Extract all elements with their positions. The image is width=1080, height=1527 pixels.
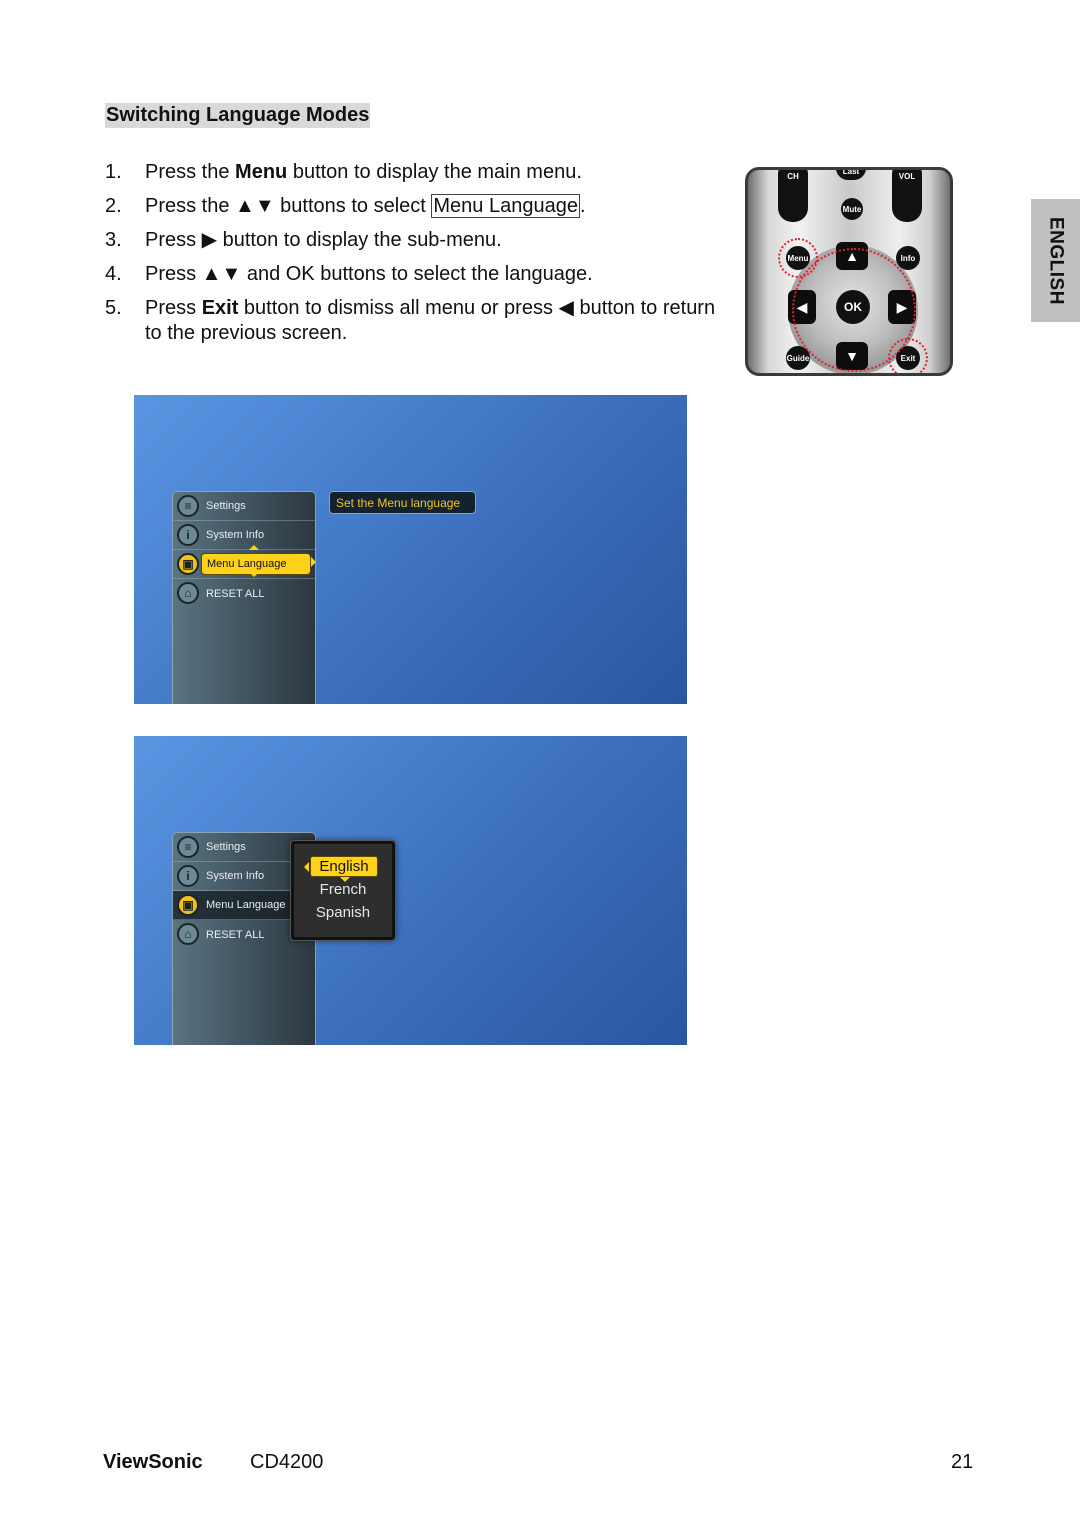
osd-menu-item-label: RESET ALL <box>206 587 265 600</box>
home-reset-icon: ⌂ <box>177 582 199 604</box>
osd-menu-item-label: Menu Language <box>206 899 286 911</box>
remote-last-button: Last <box>836 170 866 180</box>
step-2: 2. Press the ▲▼ buttons to select Menu L… <box>105 194 725 219</box>
osd-menu-item-reset-all[interactable]: ⌂ RESET ALL <box>173 579 315 608</box>
osd-tooltip: Set the Menu language <box>329 491 477 514</box>
osd-screenshot-language-submenu: ≡ Settings i System Info ▣ Menu Language… <box>134 736 687 1045</box>
remote-ch-rocker: CH <box>778 170 808 222</box>
down-indicator-icon <box>249 572 259 577</box>
home-reset-icon: ⌂ <box>177 923 199 945</box>
step-number: 3. <box>105 229 122 251</box>
osd-menu: ≡ Settings i System Info ▣ Menu Language… <box>172 491 316 704</box>
instruction-list: 1. Press the Menu button to display the … <box>105 160 725 355</box>
sliders-icon: ≡ <box>177 495 199 517</box>
remote-mute-button: Mute <box>841 198 863 220</box>
step-text: Press the ▲▼ buttons to select <box>145 195 432 217</box>
step-keyword: Exit <box>201 297 239 319</box>
osd-menu-item-settings[interactable]: ≡ Settings <box>173 492 315 521</box>
language-icon: ▣ <box>177 894 199 916</box>
language-option-spanish[interactable]: Spanish <box>294 904 392 921</box>
step-5: 5. Press Exit button to dismiss all menu… <box>105 296 725 346</box>
step-text: Press <box>145 297 202 319</box>
step-text: . <box>579 195 586 217</box>
section-title: Switching Language Modes <box>105 103 371 128</box>
footer-model: CD4200 <box>250 1451 324 1473</box>
highlight-ring-exit <box>888 338 928 373</box>
step-1: 1. Press the Menu button to display the … <box>105 160 725 185</box>
remote-vol-rocker: VOL <box>892 170 922 222</box>
step-text: button to display the main menu. <box>287 161 582 183</box>
step-3: 3. Press ▶ button to display the sub-men… <box>105 228 725 253</box>
remote-info-button: Info <box>896 246 920 270</box>
info-icon: i <box>177 524 199 546</box>
osd-menu-item-menu-language[interactable]: ▣ Menu Language <box>173 545 316 579</box>
footer-brand: ViewSonic <box>103 1451 203 1473</box>
osd-menu-item-label: Menu Language <box>207 558 287 570</box>
step-number: 2. <box>105 195 122 217</box>
page-number: 21 <box>951 1451 974 1473</box>
step-keyword: Menu <box>235 161 288 183</box>
osd-menu-item-label: Settings <box>206 500 246 512</box>
osd-menu-item-system-info[interactable]: i System Info <box>173 521 315 550</box>
info-icon: i <box>177 865 199 887</box>
language-submenu: English French Spanish <box>290 840 396 941</box>
language-option-english[interactable]: English <box>310 856 378 877</box>
osd-screenshot-main-menu: ≡ Settings i System Info ▣ Menu Language… <box>134 395 687 704</box>
step-number: 4. <box>105 263 122 285</box>
step-text: Press ▶ button to display the sub-menu. <box>145 229 502 251</box>
osd-menu-item-label: System Info <box>206 870 265 882</box>
osd-menu-item-label: Settings <box>206 841 246 853</box>
left-indicator-icon <box>304 862 309 872</box>
remote-control-illustration: Last CH VOL Mute ▲ ▼ ◀ ▶ OK Menu Info Gu… <box>745 167 953 376</box>
step-4: 4. Press ▲▼ and OK buttons to select the… <box>105 262 725 287</box>
language-option-french[interactable]: French <box>294 881 392 898</box>
osd-menu-item-label: System Info <box>206 529 265 541</box>
step-number: 1. <box>105 161 122 183</box>
step-text: Press the <box>145 161 236 183</box>
osd-menu-item-label: RESET ALL <box>206 928 265 941</box>
step-number: 5. <box>105 297 122 319</box>
up-indicator-icon <box>249 545 259 550</box>
language-side-tab: ENGLISH <box>1031 199 1080 322</box>
right-indicator-icon <box>311 557 316 567</box>
step-boxed-term: Menu Language <box>431 194 580 218</box>
step-text: Press ▲▼ and OK buttons to select the la… <box>145 263 593 285</box>
language-icon: ▣ <box>177 553 199 575</box>
sliders-icon: ≡ <box>177 836 199 858</box>
language-side-tab-label: ENGLISH <box>1045 216 1067 305</box>
